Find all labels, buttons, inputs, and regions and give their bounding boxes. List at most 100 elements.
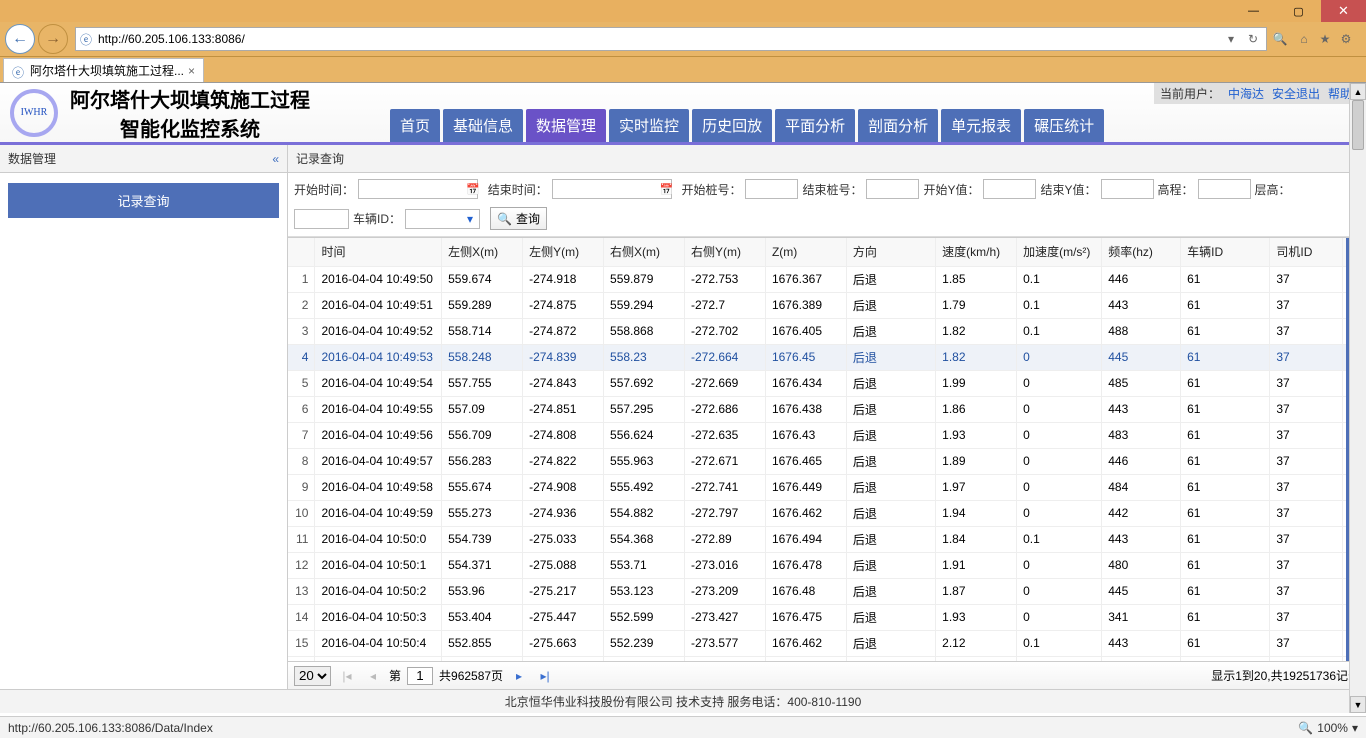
zoom-icon[interactable]: 🔍 <box>1298 721 1313 735</box>
scroll-down-icon[interactable]: ▼ <box>1350 696 1366 713</box>
start-y-input[interactable] <box>983 179 1036 199</box>
gear-icon[interactable]: ⚙ <box>1337 30 1355 48</box>
nav-item[interactable]: 剖面分析 <box>858 109 938 142</box>
table-row[interactable]: 72016-04-04 10:49:56556.709-274.808556.6… <box>288 422 1366 448</box>
table-row[interactable]: 112016-04-04 10:50:0554.739-275.033554.3… <box>288 526 1366 552</box>
column-header[interactable] <box>288 238 315 266</box>
start-pile-input[interactable] <box>745 179 798 199</box>
browser-tabs: ⓔ 阿尔塔什大坝填筑施工过程... × <box>0 57 1366 83</box>
sidebar-title: 数据管理 <box>8 150 56 167</box>
end-pile-input[interactable] <box>866 179 919 199</box>
nav-item[interactable]: 实时监控 <box>609 109 689 142</box>
column-header[interactable]: 右侧X(m) <box>604 238 685 266</box>
column-header[interactable]: 右侧Y(m) <box>684 238 765 266</box>
table-row[interactable]: 142016-04-04 10:50:3553.404-275.447552.5… <box>288 604 1366 630</box>
app-footer: 北京恒华伟业科技股份有限公司 技术支持 服务电话：400-810-1190 <box>0 689 1366 713</box>
end-time-label: 结束时间： <box>488 181 548 198</box>
favorites-icon[interactable]: ★ <box>1316 30 1334 48</box>
page-scrollbar[interactable]: ▲ ▼ <box>1349 83 1366 713</box>
scroll-up-icon[interactable]: ▲ <box>1350 83 1366 100</box>
page-next-icon[interactable]: ▸ <box>509 669 529 683</box>
nav-item[interactable]: 基础信息 <box>443 109 523 142</box>
vehicle-id-combo[interactable]: ▾ <box>405 209 480 229</box>
ie-favicon-icon: ⓔ <box>12 64 26 78</box>
grid-header-row: 时间左侧X(m)左侧Y(m)右侧X(m)右侧Y(m)Z(m)方向速度(km/h)… <box>288 238 1366 266</box>
table-row[interactable]: 162016-04-04 10:50:5552.237-275.843551.9… <box>288 656 1366 661</box>
window-maximize-button[interactable] <box>1276 0 1321 22</box>
nav-item[interactable]: 数据管理 <box>526 109 606 142</box>
search-icon[interactable]: 🔍 <box>1271 30 1289 48</box>
table-row[interactable]: 62016-04-04 10:49:55557.09-274.851557.29… <box>288 396 1366 422</box>
table-row[interactable]: 152016-04-04 10:50:4552.855-275.663552.2… <box>288 630 1366 656</box>
zoom-dropdown-icon[interactable]: ▾ <box>1352 721 1358 735</box>
nav-item[interactable]: 单元报表 <box>941 109 1021 142</box>
column-header[interactable]: 加速度(m/s²) <box>1017 238 1102 266</box>
refresh-icon[interactable]: ↻ <box>1244 30 1262 48</box>
column-header[interactable]: 司机ID <box>1270 238 1343 266</box>
sidebar: 数据管理 « 记录查询 <box>0 145 288 689</box>
panel-header: 记录查询 <box>288 145 1366 173</box>
paging-toolbar: 20 |◂ ◂ 第 共962587页 ▸ ▸| 显示1到20,共19251736… <box>288 661 1366 689</box>
tab-title: 阿尔塔什大坝填筑施工过程... <box>30 62 184 79</box>
paging-info: 显示1到20,共19251736记录 <box>1211 667 1360 684</box>
column-header[interactable]: 频率(hz) <box>1102 238 1181 266</box>
logout-link[interactable]: 安全退出 <box>1272 85 1320 102</box>
table-row[interactable]: 42016-04-04 10:49:53558.248-274.839558.2… <box>288 344 1366 370</box>
back-button[interactable]: ← <box>5 24 35 54</box>
vehicle-id-input[interactable] <box>406 210 461 228</box>
end-time-input[interactable] <box>552 179 672 199</box>
start-pile-label: 开始桩号： <box>681 181 741 198</box>
scroll-thumb[interactable] <box>1352 100 1364 150</box>
window-close-button[interactable] <box>1321 0 1366 22</box>
user-bar: 当前用户： 中海达 安全退出 帮助 <box>1154 83 1358 104</box>
tab-close-icon[interactable]: × <box>188 64 195 78</box>
dropdown-icon[interactable]: ▾ <box>1222 30 1240 48</box>
start-time-input[interactable] <box>358 179 478 199</box>
page-number-input[interactable] <box>407 667 433 685</box>
browser-status-bar: http://60.205.106.133:8086/Data/Index 🔍 … <box>0 716 1366 738</box>
sidebar-collapse-icon[interactable]: « <box>272 152 279 166</box>
table-row[interactable]: 32016-04-04 10:49:52558.714-274.872558.8… <box>288 318 1366 344</box>
table-row[interactable]: 22016-04-04 10:49:51559.289-274.875559.2… <box>288 292 1366 318</box>
window-titlebar <box>0 0 1366 22</box>
column-header[interactable]: 速度(km/h) <box>936 238 1017 266</box>
table-row[interactable]: 12016-04-04 10:49:50559.674-274.918559.8… <box>288 266 1366 292</box>
page-label-suf: 共962587页 <box>439 667 503 684</box>
main-panel: 记录查询 开始时间： 📅 结束时间： 📅 开始桩号： 结束桩号： 开始Y值： 结… <box>288 145 1366 689</box>
query-button[interactable]: 🔍 查询 <box>490 207 547 230</box>
forward-button[interactable]: → <box>38 24 68 54</box>
elevation-input[interactable] <box>1198 179 1251 199</box>
column-header[interactable]: 左侧X(m) <box>442 238 523 266</box>
start-y-label: 开始Y值： <box>923 181 979 198</box>
table-row[interactable]: 122016-04-04 10:50:1554.371-275.088553.7… <box>288 552 1366 578</box>
page-prev-icon[interactable]: ◂ <box>363 669 383 683</box>
page-label-pre: 第 <box>389 667 401 684</box>
search-form: 开始时间： 📅 结束时间： 📅 开始桩号： 结束桩号： 开始Y值： 结束Y值： … <box>288 173 1366 237</box>
url-input[interactable] <box>96 30 1218 48</box>
column-header[interactable]: 左侧Y(m) <box>523 238 604 266</box>
column-header[interactable]: 车辆ID <box>1181 238 1270 266</box>
table-row[interactable]: 92016-04-04 10:49:58555.674-274.908555.4… <box>288 474 1366 500</box>
window-minimize-button[interactable] <box>1231 0 1276 22</box>
column-header[interactable]: 方向 <box>846 238 935 266</box>
browser-tab[interactable]: ⓔ 阿尔塔什大坝填筑施工过程... × <box>3 58 204 82</box>
page-size-select[interactable]: 20 <box>294 666 331 686</box>
table-row[interactable]: 52016-04-04 10:49:54557.755-274.843557.6… <box>288 370 1366 396</box>
current-user-link[interactable]: 中海达 <box>1228 85 1264 102</box>
layer-height-input[interactable] <box>294 209 349 229</box>
nav-item[interactable]: 碾压统计 <box>1024 109 1104 142</box>
table-row[interactable]: 102016-04-04 10:49:59555.273-274.936554.… <box>288 500 1366 526</box>
table-row[interactable]: 132016-04-04 10:50:2553.96-275.217553.12… <box>288 578 1366 604</box>
home-icon[interactable]: ⌂ <box>1295 30 1313 48</box>
nav-item[interactable]: 首页 <box>390 109 440 142</box>
chevron-down-icon[interactable]: ▾ <box>461 212 479 226</box>
column-header[interactable]: 时间 <box>315 238 442 266</box>
nav-item[interactable]: 历史回放 <box>692 109 772 142</box>
column-header[interactable]: Z(m) <box>765 238 846 266</box>
page-first-icon[interactable]: |◂ <box>337 669 357 683</box>
nav-item[interactable]: 平面分析 <box>775 109 855 142</box>
page-last-icon[interactable]: ▸| <box>535 669 555 683</box>
sidebar-item-record-query[interactable]: 记录查询 <box>8 183 279 218</box>
end-y-input[interactable] <box>1101 179 1154 199</box>
table-row[interactable]: 82016-04-04 10:49:57556.283-274.822555.9… <box>288 448 1366 474</box>
